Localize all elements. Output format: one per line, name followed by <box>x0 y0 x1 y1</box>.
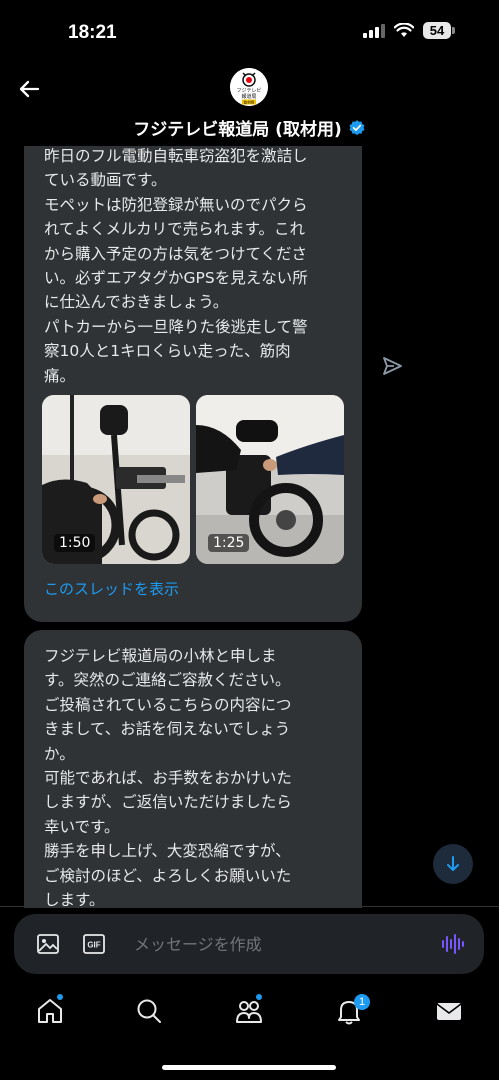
video-thumbnail-2[interactable]: 1:25 <box>196 395 344 564</box>
avatar[interactable]: フジテレビ 報道局 取材用 <box>230 68 268 106</box>
home-notification-dot <box>57 994 63 1000</box>
battery-level: 54 <box>423 22 451 39</box>
cellular-signal-icon <box>363 23 385 38</box>
notifications-badge: 1 <box>354 994 370 1010</box>
arrow-down-icon <box>447 856 459 871</box>
composer-divider <box>0 906 499 907</box>
search-icon[interactable] <box>134 996 164 1026</box>
bottom-tab-bar: 1 <box>0 990 499 1040</box>
message-bubble-received[interactable]: フジテレビ報道局の小林と申しま す。突然のご連絡ご容赦ください。 ご投稿されてい… <box>24 630 362 908</box>
video-thumbnail-1[interactable]: 1:50 <box>42 395 190 564</box>
avatar-text-1: フジテレビ <box>236 87 261 94</box>
message-list[interactable]: 昨日のフル電動自転車窃盗犯を激詰し ている動画です。 モペットは防犯登録が無いの… <box>0 146 499 908</box>
back-arrow-icon[interactable] <box>16 76 42 102</box>
gif-label: GIF <box>87 941 100 950</box>
verified-badge-icon <box>349 119 365 135</box>
communities-notification-dot <box>256 994 262 1000</box>
fujitv-logo-icon: フジテレビ 報道局 取材用 <box>230 68 268 106</box>
status-bar: 18:21 54 <box>0 0 499 60</box>
messages-envelope-icon[interactable] <box>434 996 464 1026</box>
home-indicator <box>162 1065 336 1070</box>
communities-icon[interactable] <box>234 996 264 1026</box>
share-send-icon[interactable] <box>380 354 404 378</box>
conversation-title[interactable]: フジテレビ報道局 (取材用) <box>0 115 499 140</box>
conversation-header: フジテレビ 報道局 取材用 フジテレビ報道局 (取材用) <box>0 60 499 146</box>
battery-indicator: 54 <box>423 22 455 39</box>
video-duration: 1:50 <box>54 534 96 552</box>
scroll-to-bottom-button[interactable] <box>433 844 473 884</box>
show-thread-link[interactable]: このスレッドを表示 <box>44 578 179 599</box>
wifi-icon <box>394 23 414 37</box>
message-input[interactable] <box>134 932 424 956</box>
message-composer: GIF <box>14 914 484 974</box>
status-time: 18:21 <box>68 22 117 43</box>
avatar-text-3: 取材用 <box>244 100 255 105</box>
home-icon[interactable] <box>35 996 65 1026</box>
conversation-name: フジテレビ報道局 (取材用) <box>133 120 342 140</box>
battery-tip <box>452 27 455 34</box>
gif-icon[interactable]: GIF <box>82 932 106 956</box>
status-icons: 54 <box>363 22 455 39</box>
media-attachments: 1:50 1:25 <box>42 395 344 564</box>
video-duration: 1:25 <box>208 534 250 552</box>
message-bubble-received[interactable]: 昨日のフル電動自転車窃盗犯を激詰し ている動画です。 モペットは防犯登録が無いの… <box>24 146 362 622</box>
message-text: 昨日のフル電動自転車窃盗犯を激詰し ている動画です。 モペットは防犯登録が無いの… <box>44 147 308 385</box>
avatar-text-2: 報道局 <box>241 93 256 100</box>
image-icon[interactable] <box>36 932 60 956</box>
message-text: フジテレビ報道局の小林と申しま す。突然のご連絡ご容赦ください。 ご投稿されてい… <box>44 647 292 908</box>
voice-message-icon[interactable] <box>440 932 464 956</box>
